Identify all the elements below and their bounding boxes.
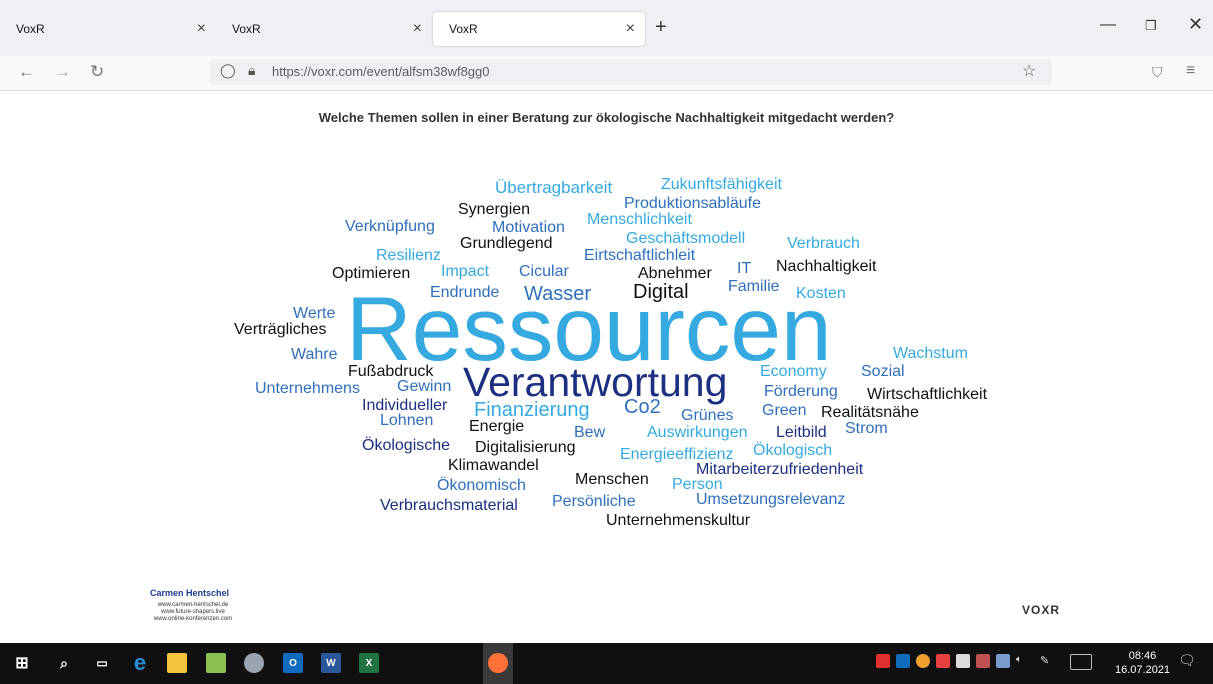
cloud-word: Umsetzungsrelevanz: [696, 491, 846, 508]
search-icon[interactable]: ⌕: [54, 653, 74, 673]
presenter-name: Carmen Hentschel: [150, 588, 230, 598]
footer-link[interactable]: www.online-konferenzen.com: [143, 616, 243, 622]
cloud-word: Bew: [574, 424, 606, 441]
firefox-icon[interactable]: [488, 653, 508, 673]
cloud-word: Wasser: [524, 283, 592, 305]
cloud-word: Abnehmer: [638, 265, 712, 282]
cloud-word: Wirtschaftlichkeit: [867, 386, 988, 403]
cloud-word: Eirtschaftlichleit: [584, 247, 696, 264]
cloud-word: IT: [737, 260, 752, 277]
cloud-word: Ökonomisch: [437, 477, 526, 494]
system-clock[interactable]: 08:46 16.07.2021: [1115, 649, 1170, 677]
cloud-word: Strom: [845, 420, 888, 437]
notification-icon[interactable]: 🗨︎: [1178, 652, 1196, 668]
tray-outlook-icon[interactable]: [896, 654, 910, 668]
cloud-word: Grünes: [681, 407, 734, 424]
app-icon[interactable]: [206, 653, 226, 673]
cloud-word: Unternehmenskultur: [606, 512, 751, 529]
cloud-word: Produktionsabläufe: [624, 195, 761, 212]
cloud-word: Verbrauchsmaterial: [380, 497, 518, 514]
cloud-word: Lohnen: [380, 412, 434, 429]
edge-browser-icon[interactable]: e: [130, 650, 150, 675]
clock-time: 08:46: [1128, 650, 1157, 662]
tray-dropbox-icon[interactable]: [996, 654, 1010, 668]
cloud-word: Realitätsnähe: [821, 404, 919, 421]
cloud-word: Leitbild: [776, 424, 827, 441]
cloud-word: Auswirkungen: [647, 424, 748, 441]
keyboard-icon[interactable]: [1070, 654, 1092, 670]
footer-link[interactable]: www.future-shapers.live: [143, 609, 243, 615]
windows-taskbar: ⊞ ⌕ ▭ e O W X 🔈︎ ✎ 08:46 16.07.2021 🗨︎: [0, 643, 1213, 684]
cloud-word: Unternehmens: [255, 380, 360, 397]
cloud-word: Sozial: [861, 363, 905, 380]
cloud-word: Energie: [469, 418, 525, 435]
word-icon[interactable]: W: [321, 653, 341, 673]
cloud-word: Green: [762, 402, 807, 419]
cloud-word: Geschäftsmodell: [626, 230, 746, 247]
cloud-word: Menschlichkeit: [587, 211, 692, 228]
cloud-word: Gewinn: [397, 378, 452, 395]
cloud-word: Übertragbarkeit: [495, 178, 613, 197]
cloud-word: Grundlegend: [460, 235, 553, 252]
volume-icon[interactable]: 🔈︎: [1016, 654, 1030, 668]
cloud-word: Economy: [760, 363, 827, 380]
cloud-word: Wachstum: [893, 345, 968, 362]
cloud-word: Motivation: [492, 219, 565, 236]
cloud-word: Verbrauch: [787, 235, 860, 252]
windows-start-icon[interactable]: ⊞: [12, 653, 32, 673]
outlook-icon[interactable]: O: [283, 653, 303, 673]
pen-icon[interactable]: ✎: [1040, 654, 1054, 668]
cloud-word: Synergien: [458, 201, 531, 218]
cloud-word: Förderung: [764, 383, 838, 400]
word-cloud: Ressourcen Verantwortung Wasser Digital …: [0, 0, 1213, 640]
cloud-word: Verantwortung: [463, 359, 728, 405]
cloud-word: Kosten: [796, 285, 846, 302]
excel-icon[interactable]: X: [359, 653, 379, 673]
tray-app-icon[interactable]: [876, 654, 890, 668]
cloud-word: Werte: [293, 305, 336, 322]
cloud-word: Digital: [633, 281, 689, 303]
cloud-word: Optimieren: [332, 265, 411, 282]
cloud-word: Verknüpfung: [345, 218, 435, 235]
cloud-word: Wahre: [291, 346, 338, 363]
cloud-word: Resilienz: [376, 247, 441, 264]
clock-date: 16.07.2021: [1115, 664, 1171, 676]
cloud-word: Cicular: [519, 263, 569, 280]
tray-app-icon[interactable]: [956, 654, 970, 668]
cloud-word: Persönliche: [552, 493, 636, 510]
cloud-word: Endrunde: [430, 284, 500, 301]
cloud-word: Klimawandel: [448, 457, 539, 474]
cloud-word: Zukunftsfähigkeit: [661, 176, 782, 193]
cloud-word: Nachhaltigkeit: [776, 258, 877, 275]
cloud-word: Ökologische: [362, 437, 451, 454]
cloud-word: Co2: [624, 396, 661, 418]
cloud-word: Ökologisch: [753, 442, 833, 459]
cloud-word: Impact: [441, 263, 490, 280]
tray-app-icon[interactable]: [916, 654, 930, 668]
app-icon[interactable]: [244, 653, 264, 673]
footer-link[interactable]: www.carmen-hentschel.de: [143, 602, 243, 608]
cloud-word: Digitalisierung: [475, 439, 576, 456]
task-view-icon[interactable]: ▭: [92, 653, 112, 673]
cloud-word: Verträgliches: [234, 321, 327, 338]
voxr-logo: VOXR: [1022, 603, 1061, 617]
cloud-word: Finanzierung: [474, 399, 590, 421]
tray-app-icon[interactable]: [936, 654, 950, 668]
cloud-word: Familie: [728, 278, 780, 295]
cloud-word: Menschen: [575, 471, 649, 488]
file-explorer-icon[interactable]: [167, 653, 187, 673]
tray-app-icon[interactable]: [976, 654, 990, 668]
